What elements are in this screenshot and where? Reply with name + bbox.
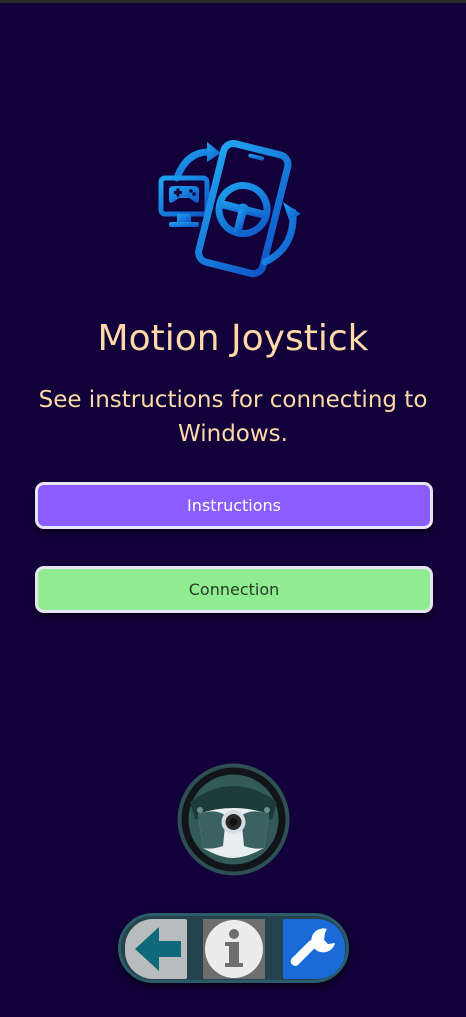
instructions-button[interactable]: Instructions (35, 482, 433, 529)
steering-wheel-button[interactable] (176, 762, 291, 877)
wrench-icon (290, 928, 335, 966)
arrow-left-icon (135, 927, 181, 971)
app-logo-icon (158, 140, 301, 278)
settings-button[interactable] (283, 919, 345, 979)
info-button[interactable] (203, 919, 265, 979)
back-button[interactable] (125, 919, 187, 979)
app-title: Motion Joystick (97, 318, 369, 359)
status-bar (0, 0, 466, 3)
connection-button[interactable]: Connection (35, 566, 433, 613)
info-icon (205, 920, 263, 978)
bottom-nav-bar (118, 913, 349, 983)
instructions-hint: See instructions for connecting to Windo… (38, 387, 428, 447)
